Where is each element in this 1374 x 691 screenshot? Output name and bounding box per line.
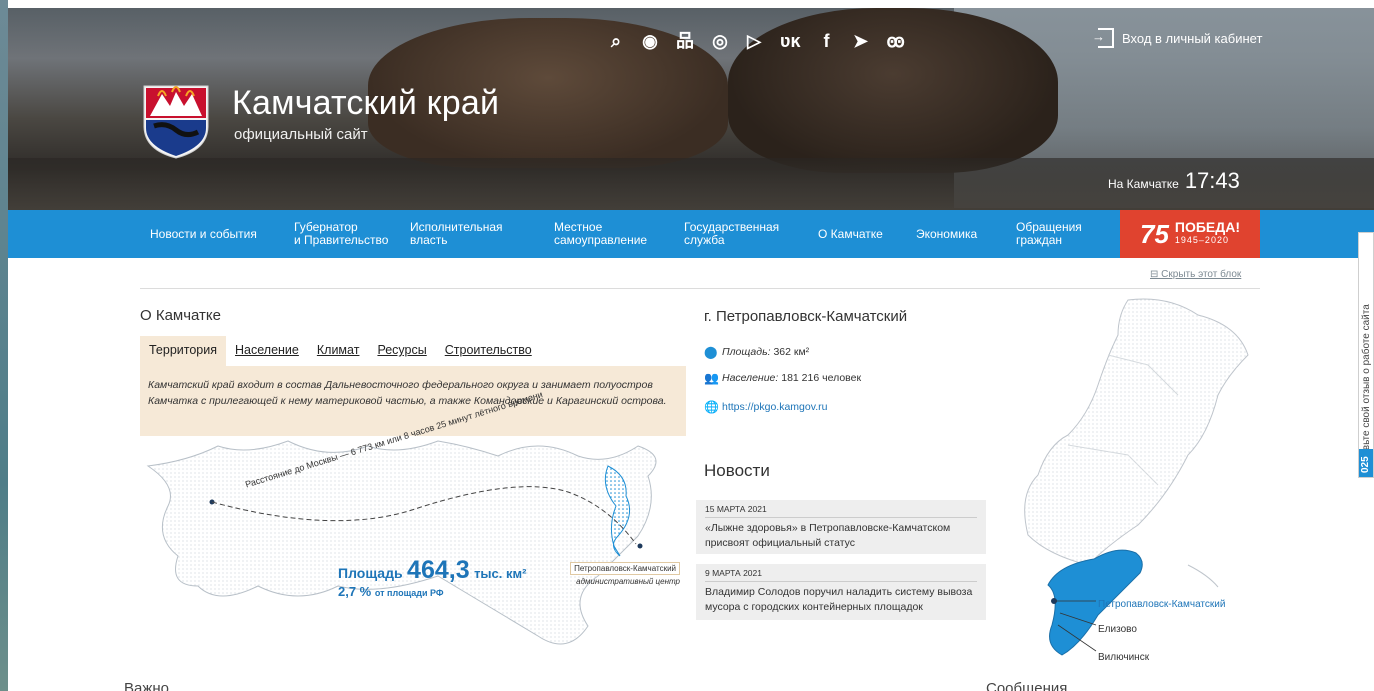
instagram-icon[interactable]: ◎ [712, 30, 728, 52]
location-pin-icon: ⬤ [704, 345, 718, 359]
victory-text: ПОБЕДА! 1945–2020 [1174, 219, 1241, 245]
news-date: 9 МАРТА 2021 [705, 568, 977, 582]
youtube-icon[interactable]: ▷ [746, 30, 762, 52]
browser-left-edge [0, 0, 8, 691]
news-title: Новости [704, 461, 770, 480]
tab-construction[interactable]: Строительство [436, 336, 541, 366]
globe-icon: 🌐 [704, 400, 719, 414]
kamchatka-clock: На Камчатке 17:43 [1108, 168, 1240, 194]
feedback-widget[interactable]: Оставьте свой отзыв о работе сайта 025 [1358, 232, 1374, 478]
city-area-row: ⬤ Площадь: 362 км² [704, 345, 810, 359]
hide-block-link[interactable]: ⊟ Скрыть этот блок [1150, 269, 1241, 280]
nav-item-about[interactable]: О Камчатке [818, 210, 883, 258]
map-label-vilyuchinsk[interactable]: Вилючинск [1098, 652, 1149, 663]
area-caption: Площадь 464,3 тыс. км² [338, 556, 527, 584]
map-label-elizovo[interactable]: Елизово [1098, 624, 1137, 635]
tab-climate[interactable]: Климат [308, 336, 369, 366]
tab-population[interactable]: Население [226, 336, 308, 366]
nav-item-executive[interactable]: Исполнительная власть [410, 210, 503, 258]
login-label: Вход в личный кабинет [1122, 30, 1263, 46]
nav-item-governor[interactable]: Губернатор и Правительство [294, 210, 388, 258]
news-text[interactable]: Владимир Солодов поручил наладить систем… [705, 585, 977, 615]
site-title[interactable]: Камчатский край [232, 84, 499, 123]
vk-icon[interactable]: ʋĸ [780, 30, 801, 52]
telegram-icon[interactable]: ➤ [853, 30, 869, 52]
odnoklassniki-icon[interactable]: ꙭ [887, 30, 905, 52]
messages-title: Сообщения [986, 680, 1068, 691]
site-subtitle: официальный сайт [234, 126, 368, 143]
news-date: 15 МАРТА 2021 [705, 504, 977, 518]
city-url-link[interactable]: https://pkgo.kamgov.ru [722, 401, 827, 413]
city-url-row: 🌐 https://pkgo.kamgov.ru [704, 401, 827, 413]
clock-time: 17:43 [1184, 168, 1240, 193]
nav-item-economy[interactable]: Экономика [916, 210, 977, 258]
admin-center-label: Петропавловск-Камчатский административны… [562, 562, 680, 586]
about-title: О Камчатке [140, 307, 221, 324]
people-icon: 👥 [704, 371, 719, 385]
eye-icon[interactable]: ◉ [642, 30, 658, 52]
nav-item-news[interactable]: Новости и события [150, 210, 257, 258]
victory-banner[interactable]: 75 ПОБЕДА! 1945–2020 [1120, 210, 1260, 258]
city-population-row: 👥 Население: 181 216 человек [704, 371, 862, 385]
top-strip [8, 0, 1374, 8]
search-icon[interactable]: ⌕ [608, 30, 624, 52]
tab-territory[interactable]: Территория [140, 336, 227, 366]
header-icons: ⌕ ◉ 品 ◎ ▷ ʋĸ f ➤ ꙭ [608, 28, 905, 54]
nav-item-local-government[interactable]: Местное самоуправление [554, 210, 647, 258]
nav-item-appeals[interactable]: Обращения граждан [1016, 210, 1082, 258]
divider [140, 288, 1260, 289]
city-title: г. Петропавловск-Камчатский [704, 308, 908, 325]
clock-label: На Камчатке [1108, 177, 1179, 191]
about-tabs: Территория Население Климат Ресурсы Стро… [140, 336, 686, 366]
victory-number: 75 [1139, 218, 1169, 249]
important-title: Важно [124, 680, 170, 691]
feedback-text: Оставьте свой отзыв о работе сайта [1361, 304, 1372, 473]
sitemap-icon[interactable]: 品 [676, 30, 694, 52]
nav-item-civil-service[interactable]: Государственная служба [684, 210, 779, 258]
news-text[interactable]: «Лыжне здоровья» в Петропавловске-Камчат… [705, 521, 977, 551]
page: ⌕ ◉ 品 ◎ ▷ ʋĸ f ➤ ꙭ Вход в личный кабинет… [8, 0, 1374, 691]
facebook-icon[interactable]: f [819, 30, 835, 52]
news-item[interactable]: 15 МАРТА 2021 «Лыжне здоровья» в Петропа… [696, 500, 986, 554]
main-nav: Новости и события Губернатор и Правительс… [8, 210, 1374, 258]
russia-map [146, 440, 657, 645]
news-item[interactable]: 9 МАРТА 2021 Владимир Солодов поручил на… [696, 564, 986, 620]
coat-of-arms-logo[interactable] [140, 80, 212, 160]
login-link[interactable]: Вход в личный кабинет [1092, 28, 1263, 48]
territory-description: Камчатский край входит в состав Дальнево… [140, 366, 686, 436]
feedback-number: 025 [1359, 449, 1373, 477]
map-label-petropavlovsk[interactable]: Петропавловск-Камчатский [1098, 599, 1225, 610]
tab-resources[interactable]: Ресурсы [368, 336, 435, 366]
header-banner: ⌕ ◉ 品 ◎ ▷ ʋĸ f ➤ ꙭ Вход в личный кабинет… [8, 8, 1374, 210]
login-icon [1092, 28, 1114, 48]
area-share: 2,7 % от площади РФ [338, 584, 444, 599]
